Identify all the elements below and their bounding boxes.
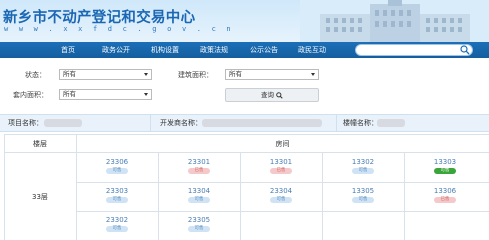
room-status-badge: 可售 — [270, 197, 292, 203]
floor-column-header: 楼层 — [33, 140, 47, 148]
status-select-value: 所有 — [63, 70, 76, 78]
room-column-header: 房间 — [275, 140, 290, 148]
search-icon — [276, 91, 283, 99]
query-button-label: 查询 — [260, 91, 274, 99]
room-number: 23301 — [187, 158, 211, 166]
room-number: 13304 — [187, 187, 211, 195]
room-number: 23304 — [269, 187, 293, 195]
site-title: 新乡市不动产登记和交易中心 — [3, 10, 196, 26]
building-name-label: 楼幢名称： — [343, 119, 378, 127]
room-status-badge: 可售 — [188, 197, 210, 203]
developer-name-label: 开发商名称： — [160, 119, 202, 127]
search-icon[interactable] — [460, 45, 470, 55]
room-number: 13303 — [433, 158, 457, 166]
room-status-badge: 可售 — [434, 168, 456, 174]
site-search-input[interactable] — [355, 44, 473, 56]
divider — [336, 114, 337, 132]
room-number: 23303 — [105, 187, 129, 195]
room-status-badge: 可售 — [106, 197, 128, 203]
chevron-down-icon — [144, 73, 148, 76]
nav-item-institutions[interactable]: 机构设置 — [149, 42, 181, 58]
room-status-badge: 已售 — [270, 168, 292, 174]
project-name-label: 项目名称： — [8, 119, 43, 127]
room-number: 23306 — [105, 158, 129, 166]
nav-item-interaction[interactable]: 政民互动 — [296, 42, 328, 58]
building-area-label: 建筑面积： — [178, 71, 213, 79]
room-status-badge: 可售 — [106, 226, 128, 232]
site-url: w w w . x x f d c . g o v . c n — [4, 25, 234, 33]
room-status-badge: 已售 — [434, 197, 456, 203]
room-number: 23305 — [187, 216, 211, 224]
inner-area-select-value: 所有 — [63, 90, 76, 98]
room-status-badge: 可售 — [106, 168, 128, 174]
nav-item-policies[interactable]: 政策法规 — [198, 42, 230, 58]
chevron-down-icon — [144, 93, 148, 96]
inner-area-label: 套内面积： — [13, 91, 48, 99]
nav-item-home[interactable]: 首页 — [56, 42, 80, 58]
status-select[interactable]: 所有 — [59, 69, 152, 80]
room-table: 楼层 房间 33层 23306 可售 23301 已售 13301 已售 133… — [4, 134, 489, 240]
inner-area-select[interactable]: 所有 — [59, 89, 152, 100]
building-banner-image — [300, 0, 489, 42]
room-number: 13305 — [351, 187, 375, 195]
query-button[interactable]: 查询 — [225, 88, 319, 102]
nav-item-gov-affairs[interactable]: 政务公开 — [98, 42, 134, 58]
room-number: 23302 — [105, 216, 129, 224]
room-status-badge: 可售 — [188, 226, 210, 232]
building-name-redacted — [377, 119, 405, 127]
room-number: 13306 — [433, 187, 457, 195]
chevron-down-icon — [311, 73, 315, 76]
building-area-select-value: 所有 — [229, 70, 242, 78]
site-header: 新乡市不动产登记和交易中心 w w w . x x f d c . g o v … — [0, 0, 489, 42]
status-label: 状态： — [25, 71, 46, 79]
floor-label: 33层 — [32, 193, 48, 201]
room-status-badge: 可售 — [352, 197, 374, 203]
project-name-redacted — [44, 119, 82, 127]
divider — [150, 114, 151, 132]
building-area-select[interactable]: 所有 — [225, 69, 319, 80]
developer-name-redacted — [202, 119, 322, 127]
room-status-badge: 已售 — [188, 168, 210, 174]
room-number: 13301 — [269, 158, 293, 166]
nav-item-announcements[interactable]: 公示公告 — [248, 42, 280, 58]
room-number: 13302 — [351, 158, 375, 166]
room-status-badge: 可售 — [352, 168, 374, 174]
